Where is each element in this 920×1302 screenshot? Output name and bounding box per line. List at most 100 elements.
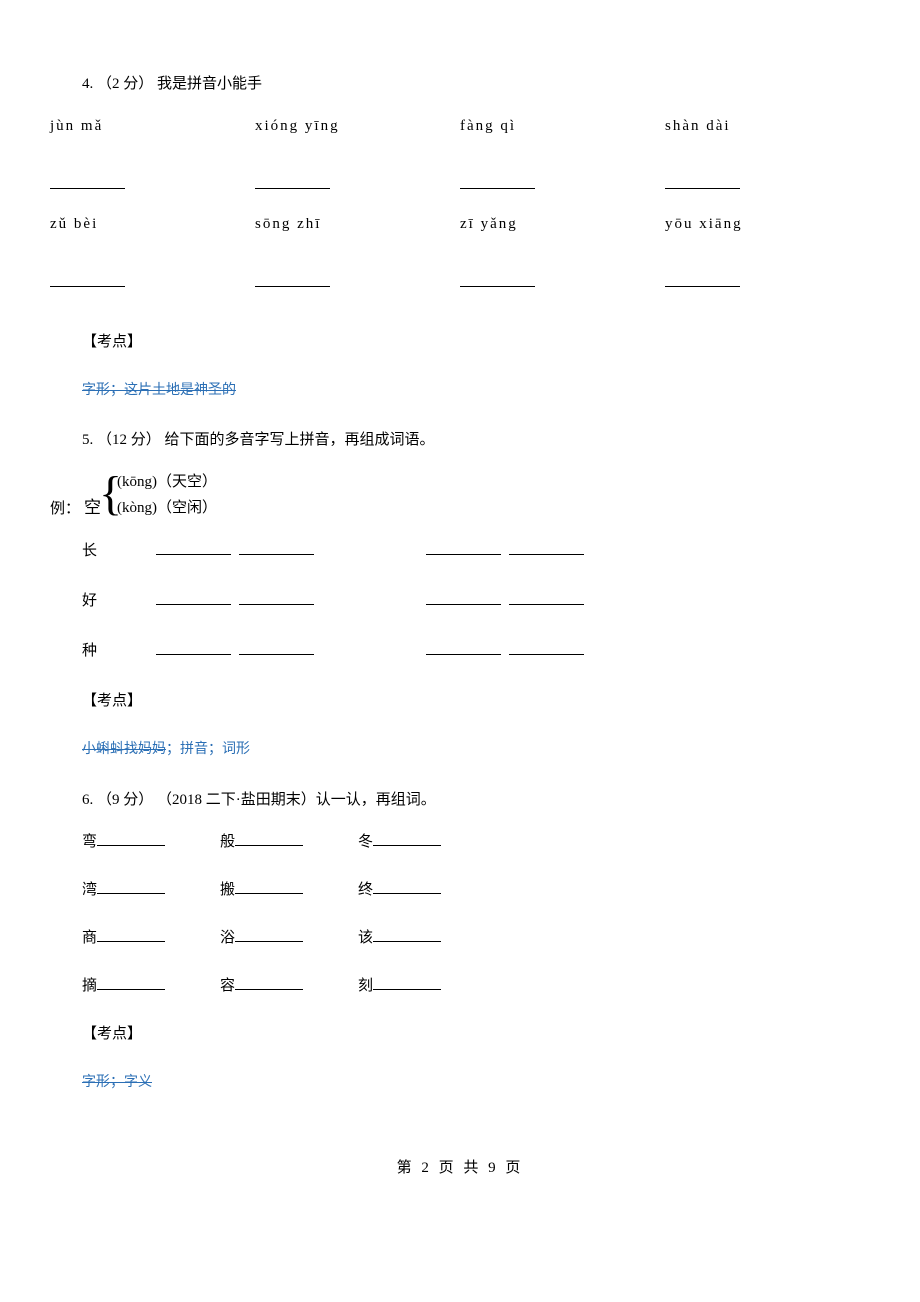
word-cell: 般 [220, 830, 358, 854]
kaodian-plain: ；拼音；词形 [166, 742, 250, 757]
word-char: 般 [220, 834, 235, 850]
word-cell: 冬 [358, 830, 496, 854]
fill-blank[interactable] [235, 975, 303, 990]
example-line1: (kōng)（天空） [117, 470, 217, 496]
q5-kaodian-label: 【考点】 [82, 689, 870, 713]
poly-blanks [426, 639, 626, 663]
word-char: 商 [82, 930, 97, 946]
word-char: 摘 [82, 978, 97, 994]
blank-cell [255, 173, 460, 197]
word-row: 弯 般 冬 [82, 830, 870, 854]
fill-blank[interactable] [97, 879, 165, 894]
fill-blank[interactable] [156, 590, 231, 605]
pinyin-cell: zǔ bèi [50, 212, 255, 236]
pinyin-cell: xióng yīng [255, 114, 460, 138]
fill-blank[interactable] [665, 174, 740, 189]
fill-blank[interactable] [426, 640, 501, 655]
fill-blank[interactable] [255, 174, 330, 189]
q4-kaodian-label: 【考点】 [82, 330, 870, 354]
pinyin-cell: yōu xiāng [665, 212, 870, 236]
fill-blank[interactable] [373, 927, 441, 942]
pinyin-cell: shàn dài [665, 114, 870, 138]
q5-header: 5. （12 分） 给下面的多音字写上拼音，再组成词语。 [82, 428, 870, 452]
poly-char: 长 [82, 539, 156, 563]
fill-blank[interactable] [460, 174, 535, 189]
q5-example: 例： 空 { (kōng)（天空） (kòng)（空闲） [50, 470, 870, 521]
example-label: 例： [50, 497, 80, 521]
poly-char: 好 [82, 589, 156, 613]
word-char: 湾 [82, 882, 97, 898]
q5-poly-row: 好 [82, 589, 870, 613]
q6-kaodian-label: 【考点】 [82, 1022, 870, 1046]
pinyin-cell: fàng qì [460, 114, 665, 138]
blank-cell [665, 271, 870, 295]
blank-cell [665, 173, 870, 197]
poly-blanks [426, 589, 626, 613]
q4-pinyin-block: jùn mǎ xióng yīng fàng qì shàn dài zǔ bè… [50, 114, 870, 310]
fill-blank[interactable] [460, 272, 535, 287]
fill-blank[interactable] [235, 831, 303, 846]
word-cell: 浴 [220, 926, 358, 950]
fill-blank[interactable] [50, 174, 125, 189]
blank-cell [50, 173, 255, 197]
poly-blanks [156, 639, 426, 663]
kaodian-strike: 小蝌蚪找妈妈 [82, 742, 166, 757]
fill-blank[interactable] [509, 640, 584, 655]
fill-blank[interactable] [156, 540, 231, 555]
fill-blank[interactable] [373, 879, 441, 894]
word-row: 摘 容 刻 [82, 974, 870, 998]
fill-blank[interactable] [373, 831, 441, 846]
word-cell: 商 [82, 926, 220, 950]
fill-blank[interactable] [239, 540, 314, 555]
word-char: 弯 [82, 834, 97, 850]
poly-blanks [156, 539, 426, 563]
pinyin-cell: zī yǎng [460, 212, 665, 236]
blank-cell [460, 173, 665, 197]
fill-blank[interactable] [426, 540, 501, 555]
brace-group: { (kōng)（天空） (kòng)（空闲） [99, 470, 217, 521]
q4-header: 4. （2 分） 我是拼音小能手 [82, 72, 870, 96]
word-row: 湾 搬 终 [82, 878, 870, 902]
fill-blank[interactable] [235, 879, 303, 894]
fill-blank[interactable] [97, 927, 165, 942]
blank-cell [460, 271, 665, 295]
blank-cell [50, 271, 255, 295]
word-row: 商 浴 该 [82, 926, 870, 950]
fill-blank[interactable] [97, 831, 165, 846]
word-cell: 刻 [358, 974, 496, 998]
word-cell: 终 [358, 878, 496, 902]
fill-blank[interactable] [255, 272, 330, 287]
poly-blanks [156, 589, 426, 613]
fill-blank[interactable] [665, 272, 740, 287]
q6-kaodian-content: 字形；字义 [82, 1072, 870, 1094]
q4-blank-row1 [50, 173, 870, 197]
word-cell: 摘 [82, 974, 220, 998]
word-char: 终 [358, 882, 373, 898]
pinyin-cell: sōng zhī [255, 212, 460, 236]
word-char: 该 [358, 930, 373, 946]
blank-cell [255, 271, 460, 295]
fill-blank[interactable] [426, 590, 501, 605]
q4-pinyin-row2: zǔ bèi sōng zhī zī yǎng yōu xiāng [50, 212, 870, 236]
word-cell: 搬 [220, 878, 358, 902]
q5-kaodian-content: 小蝌蚪找妈妈；拼音；词形 [82, 739, 870, 761]
q4-blank-row2 [50, 271, 870, 295]
word-cell: 容 [220, 974, 358, 998]
word-char: 冬 [358, 834, 373, 850]
fill-blank[interactable] [509, 590, 584, 605]
fill-blank[interactable] [509, 540, 584, 555]
fill-blank[interactable] [373, 975, 441, 990]
page-footer: 第 2 页 共 9 页 [50, 1156, 870, 1180]
fill-blank[interactable] [235, 927, 303, 942]
fill-blank[interactable] [239, 590, 314, 605]
q6-word-table: 弯 般 冬 湾 搬 终 商 浴 该 摘 容 刻 [82, 830, 870, 998]
fill-blank[interactable] [50, 272, 125, 287]
q6-header: 6. （9 分） （2018 二下·盐田期末）认一认，再组词。 [82, 788, 870, 812]
word-char: 搬 [220, 882, 235, 898]
fill-blank[interactable] [97, 975, 165, 990]
fill-blank[interactable] [156, 640, 231, 655]
q5-poly-row: 长 [82, 539, 870, 563]
word-cell: 该 [358, 926, 496, 950]
example-line2: (kòng)（空闲） [117, 496, 217, 522]
fill-blank[interactable] [239, 640, 314, 655]
